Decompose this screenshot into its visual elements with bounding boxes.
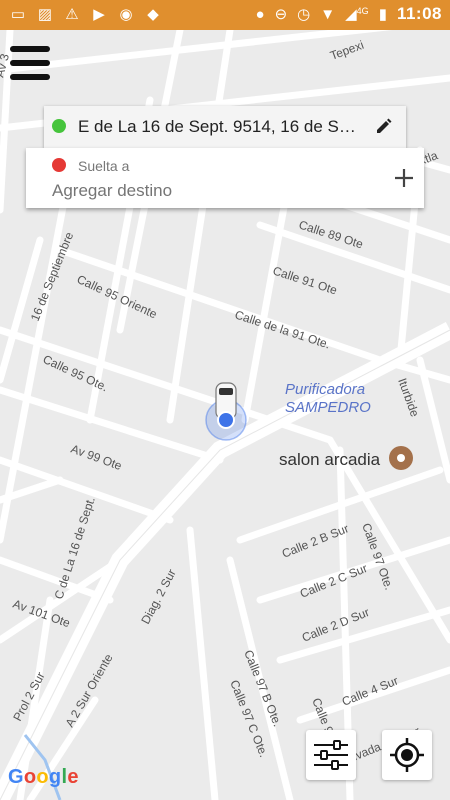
app-icon: ◉ (119, 6, 133, 23)
status-bar: ▭ ▨ ⚠ ▶ ◉ ◆ ● ⊖ ◷ ▼ ◢4G ▮ 11:08 (0, 0, 450, 30)
gallery-icon: ▨ (37, 6, 53, 23)
location-icon: ● (255, 5, 265, 23)
alarm-icon: ◷ (297, 6, 311, 23)
edit-icon[interactable] (374, 116, 394, 136)
menu-button[interactable] (10, 46, 52, 80)
poi-label: Purificadora SAMPEDRO (285, 381, 371, 417)
system-icons: ● ⊖ ◷ ▼ ◢4G ▮ 11:08 (256, 4, 442, 24)
origin-address: E de La 16 de Sept. 9514, 16 de Sep… (78, 117, 364, 136)
poi-name-line1: Purificadora (285, 381, 366, 398)
dnd-icon: ⊖ (274, 6, 288, 23)
warning-icon: ⚠ (65, 6, 79, 23)
my-location-button[interactable] (382, 730, 432, 780)
menu-bar (10, 60, 50, 66)
crosshair-icon (390, 738, 424, 772)
network-label: 4G (356, 6, 369, 16)
play-store-icon: ◆ (147, 6, 159, 23)
origin-dot-icon (52, 119, 66, 133)
add-stop-icon[interactable] (390, 164, 418, 192)
destination-dot-icon (52, 158, 66, 172)
signal-icon: ◢4G (345, 6, 369, 23)
destination-card[interactable]: Suelta a (26, 148, 424, 208)
youtube-icon: ▶ (93, 6, 105, 23)
place-label[interactable]: salon arcadia (279, 450, 380, 470)
menu-bar (10, 74, 50, 80)
destination-input[interactable] (52, 181, 372, 201)
sliders-icon (314, 740, 348, 770)
google-logo: Google (8, 766, 79, 788)
messages-icon: ▭ (10, 6, 26, 23)
origin-field[interactable]: E de La 16 de Sept. 9514, 16 de Sep… (44, 106, 406, 148)
wifi-icon: ▼ (320, 5, 336, 23)
filter-button[interactable] (306, 730, 356, 780)
clock: 11:08 (396, 4, 442, 23)
place-marker-icon[interactable] (389, 446, 413, 470)
poi-name-line2: SAMPEDRO (285, 399, 371, 416)
destination-label: Suelta a (78, 158, 130, 174)
menu-bar (10, 46, 50, 52)
notification-icons: ▭ ▨ ⚠ ▶ ◉ ◆ (8, 5, 163, 25)
battery-icon: ▮ (378, 6, 387, 23)
